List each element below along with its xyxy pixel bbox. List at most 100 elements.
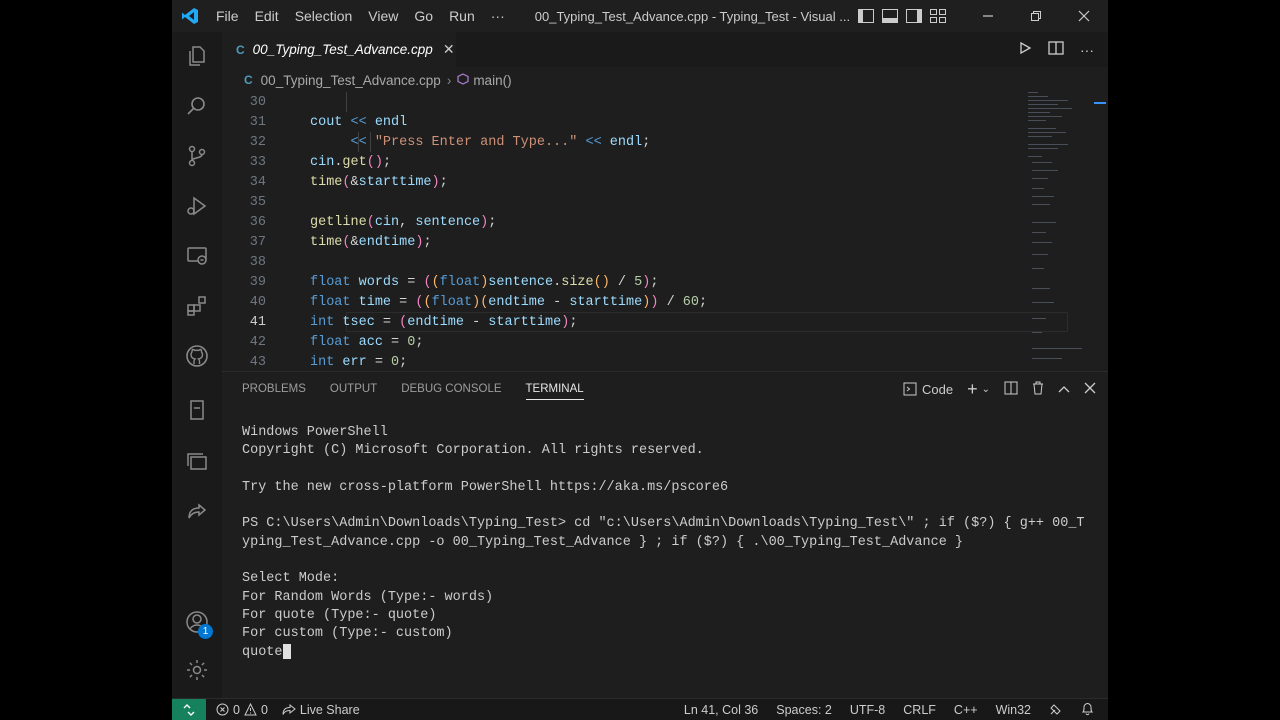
- copy-icon[interactable]: [172, 438, 222, 486]
- feedback-icon[interactable]: [1049, 702, 1063, 719]
- new-terminal-icon[interactable]: +: [967, 379, 978, 400]
- terminal-output[interactable]: Windows PowerShell Copyright (C) Microso…: [242, 424, 1102, 662]
- toggle-secondary-sidebar-icon[interactable]: [906, 9, 923, 23]
- terminal-selector[interactable]: Code: [903, 382, 953, 397]
- vscode-window: File Edit Selection View Go Run ··· 00_T…: [172, 0, 1108, 720]
- source-control-icon[interactable]: [172, 132, 222, 180]
- more-actions-icon[interactable]: ···: [1080, 42, 1094, 58]
- live-share-icon: [282, 703, 296, 715]
- tab-debug-console[interactable]: DEBUG CONSOLE: [401, 372, 501, 406]
- live-share-status[interactable]: Live Share: [282, 703, 360, 717]
- window-controls: [964, 0, 1108, 32]
- indentation[interactable]: Spaces: 2: [776, 703, 832, 717]
- search-icon[interactable]: [172, 82, 222, 130]
- terminal-line: For custom (Type:- custom): [242, 626, 453, 642]
- terminal-line: For quote (Type:- quote): [242, 607, 437, 623]
- minimap[interactable]: [1022, 92, 1094, 370]
- vscode-logo-icon: [172, 0, 208, 32]
- minimize-button[interactable]: [964, 0, 1012, 32]
- activity-bar: 1: [172, 32, 222, 698]
- terminal-line: Try the new cross-platform PowerShell ht…: [242, 479, 729, 495]
- breadcrumb-symbol[interactable]: main(): [473, 73, 511, 88]
- code-line-active: 41 int tsec = (endtime - starttime);: [249, 314, 578, 330]
- code-line: 33 cin.get();: [249, 154, 392, 170]
- menu-more[interactable]: ···: [483, 8, 513, 24]
- code-line: 40 float time = ((float)(endtime - startt…: [249, 294, 708, 310]
- terminal-line: For Random Words (Type:- words): [242, 589, 494, 605]
- tab-typing-test-advance[interactable]: C 00_Typing_Test_Advance.cpp ✕: [222, 32, 456, 67]
- status-left: 0 0 Live Share: [216, 703, 360, 717]
- code-line: 30: [249, 94, 266, 110]
- menu-selection[interactable]: Selection: [287, 8, 361, 24]
- menu-view[interactable]: View: [360, 8, 406, 24]
- menu-file[interactable]: File: [208, 8, 247, 24]
- code-editor[interactable]: 30 31 cout << endl 32 << "Press Enter and…: [222, 92, 1072, 370]
- window-title: 00_Typing_Test_Advance.cpp - Typing_Test…: [534, 8, 851, 24]
- status-bar: 0 0 Live Share Ln 41, Col 36 Spaces: 2 U…: [172, 698, 1108, 720]
- close-window-button[interactable]: [1060, 0, 1108, 32]
- terminal-icon: [903, 382, 917, 396]
- restore-button[interactable]: [1012, 0, 1060, 32]
- code-line: 39 float words = ((float)sentence.size() …: [249, 274, 659, 290]
- trash-icon[interactable]: [1032, 381, 1044, 398]
- line-ending[interactable]: CRLF: [903, 703, 936, 717]
- cursor-position[interactable]: Ln 41, Col 36: [684, 703, 758, 717]
- chevron-right-icon: ›: [446, 72, 452, 88]
- run-debug-icon[interactable]: [172, 182, 222, 230]
- tab-terminal[interactable]: TERMINAL: [525, 372, 584, 406]
- settings-gear-icon[interactable]: [172, 646, 222, 694]
- explorer-icon[interactable]: [172, 32, 222, 80]
- terminal-line: Windows PowerShell: [242, 425, 388, 440]
- error-count: 0: [233, 702, 240, 717]
- tab-problems[interactable]: PROBLEMS: [242, 372, 306, 406]
- close-tab-icon[interactable]: ✕: [443, 41, 455, 58]
- breadcrumb: C 00_Typing_Test_Advance.cpp › main(): [222, 67, 1108, 93]
- menu-go[interactable]: Go: [406, 8, 441, 24]
- platform[interactable]: Win32: [996, 703, 1031, 717]
- remote-indicator-icon[interactable]: [172, 698, 206, 720]
- code-line: 36 getline(cin, sentence);: [249, 214, 497, 230]
- terminal-input-line[interactable]: quote: [242, 643, 1102, 662]
- close-panel-icon[interactable]: [1084, 382, 1096, 397]
- extensions-icon[interactable]: [172, 282, 222, 330]
- problems-indicator[interactable]: 0 0: [216, 703, 268, 717]
- breadcrumb-file[interactable]: 00_Typing_Test_Advance.cpp: [261, 73, 441, 88]
- run-icon[interactable]: [1018, 41, 1032, 58]
- menu-edit[interactable]: Edit: [247, 8, 287, 24]
- account-icon[interactable]: 1: [172, 598, 222, 646]
- scrollbar-indicator[interactable]: [1094, 102, 1106, 104]
- maximize-panel-icon[interactable]: [1058, 382, 1070, 397]
- tab-output[interactable]: OUTPUT: [330, 372, 377, 406]
- bottom-panel: PROBLEMS OUTPUT DEBUG CONSOLE TERMINAL C…: [222, 371, 1108, 698]
- remote-explorer-icon[interactable]: [172, 232, 222, 280]
- code-line: 35: [249, 194, 266, 210]
- cpp-file-icon: C: [244, 73, 253, 87]
- toggle-panel-icon[interactable]: [882, 9, 899, 23]
- encoding[interactable]: UTF-8: [850, 703, 885, 717]
- cube-icon: [457, 72, 469, 88]
- live-share-icon[interactable]: [172, 488, 222, 536]
- customize-layout-icon[interactable]: [930, 9, 947, 23]
- terminal-input: quote: [242, 644, 283, 660]
- menu-run[interactable]: Run: [441, 8, 483, 24]
- toggle-sidebar-icon[interactable]: [858, 9, 875, 23]
- status-right: Ln 41, Col 36 Spaces: 2 UTF-8 CRLF C++ W…: [684, 699, 1094, 720]
- code-line: 38: [249, 254, 266, 270]
- language-mode[interactable]: C++: [954, 703, 978, 717]
- split-editor-icon[interactable]: [1048, 41, 1064, 58]
- split-terminal-icon[interactable]: [1004, 381, 1018, 398]
- notifications-bell-icon[interactable]: [1081, 702, 1094, 719]
- chevron-down-icon[interactable]: ⌄: [982, 384, 990, 395]
- terminal-cursor: [282, 643, 291, 659]
- github-icon[interactable]: [172, 332, 222, 380]
- panel-actions: Code + ⌄: [903, 372, 1096, 406]
- code-line: 37 time(&endtime);: [249, 234, 432, 250]
- notebook-icon[interactable]: [172, 386, 222, 434]
- terminal-command-line: yping_Test_Advance.cpp -o 00_Typing_Test…: [242, 534, 964, 550]
- live-share-label: Live Share: [299, 702, 360, 717]
- code-line: 42 float acc = 0;: [249, 334, 424, 350]
- tab-label: 00_Typing_Test_Advance.cpp: [252, 42, 433, 57]
